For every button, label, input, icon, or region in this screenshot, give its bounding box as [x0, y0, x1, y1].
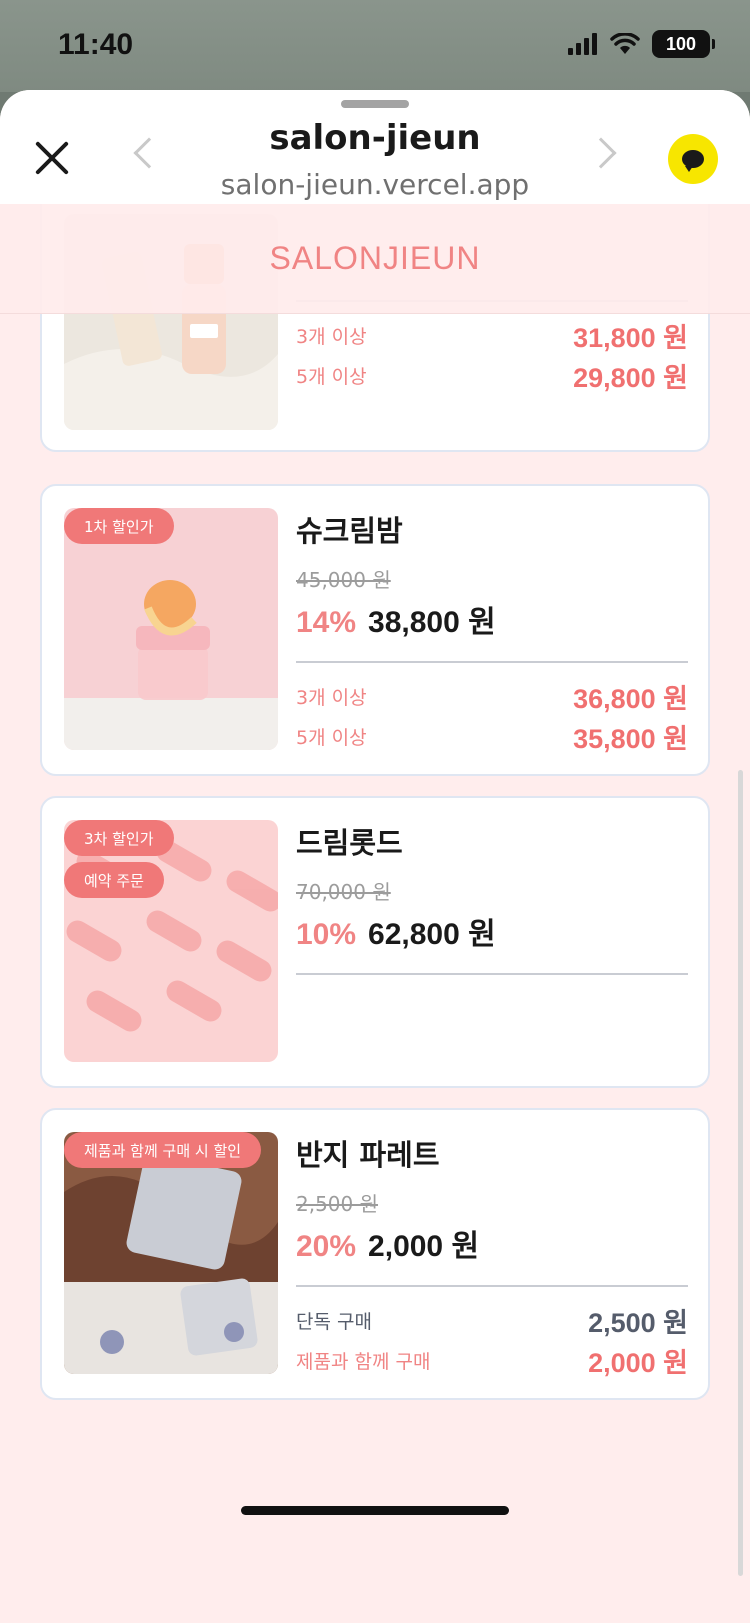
tier-row: 3개 이상 36,800 원 [296, 681, 688, 714]
tier-label: 제품과 함께 구매 [296, 1350, 431, 1373]
browser-top-bar: salon-jieun salon-jieun.vercel.app [0, 90, 750, 204]
tier-price: 35,800 원 [573, 723, 688, 754]
product-card[interactable]: 3차 할인가 예약 주문 드림롯드 70,000 원 10% 62,800 원 [40, 796, 710, 1088]
discount-percent: 10% [296, 918, 357, 951]
price-row: 20% 2,000 원 [296, 1221, 688, 1265]
product-photo [64, 1132, 278, 1374]
product-photo [64, 820, 278, 1062]
status-bar: 11:40 100 [0, 0, 750, 92]
battery-icon: 100 [652, 30, 715, 58]
discount-percent: 14% [296, 606, 357, 639]
tier-price: 31,800 원 [573, 322, 688, 353]
product-image[interactable]: 1차 할인가 [64, 508, 278, 750]
product-info: 슈크림밤 45,000 원 14% 38,800 원 3개 이상 36,800 … [296, 508, 688, 754]
product-photo [64, 508, 278, 750]
tier-label: 5개 이상 [296, 726, 367, 749]
tier-row: 제품과 함께 구매 2,000 원 [296, 1345, 688, 1378]
discount-badge: 3차 할인가 [64, 820, 174, 856]
sale-price: 2,000 원 [368, 1230, 480, 1263]
page-url: salon-jieun.vercel.app [220, 168, 530, 201]
discount-badge: 제품과 함께 구매 시 할인 [64, 1132, 262, 1168]
product-info: 드림롯드 70,000 원 10% 62,800 원 [296, 820, 688, 975]
tier-price: 2,500 원 [588, 1307, 688, 1338]
product-info: 반지 파레트 2,500 원 20% 2,000 원 단독 구매 2,500 원… [296, 1132, 688, 1378]
original-price: 45,000 원 [296, 568, 391, 592]
product-name[interactable]: 드림롯드 [296, 820, 688, 862]
brand-name[interactable]: SALONJIEUN [270, 240, 481, 277]
status-time: 11:40 [58, 28, 134, 61]
tier-label: 3개 이상 [296, 686, 367, 709]
browser-sheet: salon-jieun salon-jieun.vercel.app SALON… [0, 90, 750, 1623]
price-divider [296, 973, 688, 975]
tier-price: 2,000 원 [588, 1347, 688, 1378]
product-card[interactable]: 제품과 함께 구매 시 할인 반지 파레트 2,500 원 20% 2,000 … [40, 1108, 710, 1400]
sheet-grabber[interactable] [341, 100, 409, 108]
discount-percent: 20% [296, 1230, 357, 1263]
tier-price: 36,800 원 [573, 683, 688, 714]
price-divider [296, 1285, 688, 1287]
preorder-badge: 예약 주문 [64, 862, 164, 898]
chat-bubble-icon [682, 150, 704, 172]
page-title: salon-jieun [269, 118, 481, 158]
tier-price: 29,800 원 [573, 362, 688, 393]
tier-label: 5개 이상 [296, 365, 367, 388]
product-image[interactable]: 제품과 함께 구매 시 할인 [64, 1132, 278, 1374]
tier-label: 3개 이상 [296, 325, 367, 348]
price-divider [296, 661, 688, 663]
original-price: 70,000 원 [296, 880, 391, 904]
signal-icon [568, 33, 597, 55]
tier-row: 3개 이상 31,800 원 [296, 320, 688, 353]
scrollbar[interactable] [738, 770, 743, 1576]
price-row: 14% 38,800 원 [296, 597, 688, 641]
product-name[interactable]: 슈크림밤 [296, 508, 688, 550]
tier-row: 단독 구매 2,500 원 [296, 1305, 688, 1338]
wifi-icon [610, 33, 640, 54]
tier-label: 단독 구매 [296, 1310, 372, 1333]
status-icons: 100 [568, 30, 715, 58]
original-price: 2,500 원 [296, 1192, 379, 1216]
tier-row: 5개 이상 29,800 원 [296, 360, 688, 393]
sale-price: 38,800 원 [368, 606, 496, 639]
product-image[interactable]: 3차 할인가 예약 주문 [64, 820, 278, 1062]
brand-header: SALONJIEUN [0, 204, 750, 314]
kakaotalk-button[interactable] [668, 134, 718, 184]
sale-price: 62,800 원 [368, 918, 496, 951]
product-card[interactable]: 1차 할인가 슈크림밤 45,000 원 14% 38,800 원 3개 이상 … [40, 484, 710, 776]
home-indicator[interactable] [241, 1506, 509, 1515]
tier-row: 5개 이상 35,800 원 [296, 721, 688, 754]
product-name[interactable]: 반지 파레트 [296, 1132, 688, 1174]
price-row: 10% 62,800 원 [296, 909, 688, 953]
discount-badge: 1차 할인가 [64, 508, 174, 544]
